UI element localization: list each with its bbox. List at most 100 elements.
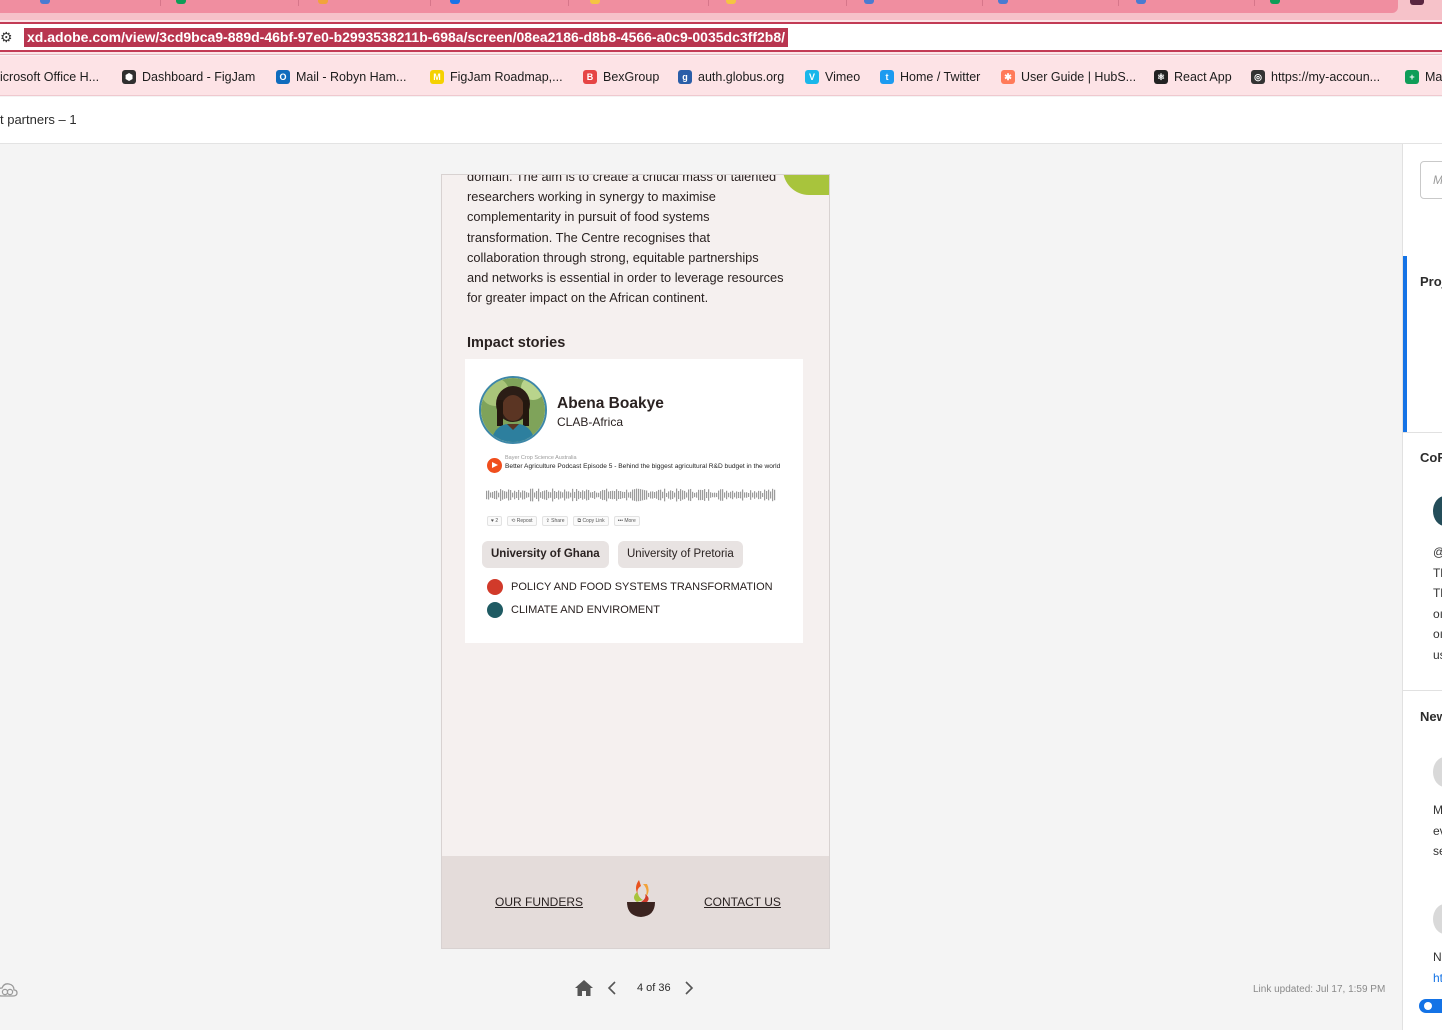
intro-line: transformation. The Centre recognises th… [467,229,711,245]
miro-icon: M [430,70,444,84]
site-settings-icon[interactable]: ⚙ [0,29,13,46]
topic-item: POLICY AND FOOD SYSTEMS TRANSFORMATION [487,579,773,595]
bookmark-item[interactable]: + Ma [1405,68,1442,86]
intro-paragraph: domain. The aim is to create a critical … [467,174,812,308]
twitter-icon: t [880,70,894,84]
bookmark-item[interactable]: B BexGroup [583,68,659,86]
topic-item: CLIMATE AND ENVIROMENT [487,602,660,618]
section-title: Impact stories [467,335,566,351]
page-counter: 4 of 36 [637,982,671,994]
bookmark-item[interactable]: ◎ https://my-accoun... [1251,68,1380,86]
tab-row[interactable] [0,0,1398,13]
repost-button[interactable]: ⟲ Repost [507,516,537,526]
play-icon[interactable] [487,458,502,473]
bookmark-item[interactable]: t Home / Twitter [880,68,980,86]
tab-favicon [1270,0,1280,4]
vimeo-icon: V [805,70,819,84]
comments-panel: M Proj CoR @ Tl Tl oı oı us New M ev se … [1402,144,1442,1030]
comment-text: M ev se [1433,803,1442,858]
prototype-canvas: domain. The aim is to create a critical … [0,144,1402,1030]
active-tab-edge[interactable] [1410,0,1424,5]
link-updated-status: Link updated: Jul 17, 1:59 PM [1253,984,1386,995]
waveform[interactable] [486,487,776,503]
university-chip[interactable]: University of Ghana [482,541,609,568]
bookmark-label: icrosoft Office H... [0,70,100,84]
avatar [1433,496,1442,526]
topic-label: POLICY AND FOOD SYSTEMS TRANSFORMATION [511,581,773,593]
impact-story-card[interactable]: Abena Boakye CLAB-Africa Bayer Crop Scie… [465,359,803,643]
chevron-left-icon[interactable] [607,981,617,995]
bookmark-item[interactable]: ⚛ React App [1154,68,1232,86]
thread-label: New [1420,709,1442,724]
comment-text: @ Tl Tl oı oı us [1433,545,1442,662]
podcast-source: Bayer Crop Science Australia [505,455,577,461]
tab-favicon [864,0,874,4]
bookmark-item[interactable]: V Vimeo [805,68,860,86]
bookmark-label: https://my-accoun... [1271,70,1381,84]
share-button[interactable]: ⇪ Share [541,516,569,526]
bookmark-item[interactable]: g auth.globus.org [678,68,784,86]
hubspot-icon: ✱ [1001,70,1015,84]
tab-favicon [318,0,328,4]
story-organisation: CLAB-Africa [557,415,624,429]
intro-line: collaboration through strong, equitable … [467,249,759,265]
story-person-name: Abena Boakye [557,395,664,412]
like-button[interactable]: ♥ 2 [487,516,503,526]
intro-line: and networks is essential in order to le… [467,270,784,286]
url-input[interactable]: xd.adobe.com/view/3cd9bca9-889d-46bf-97e… [24,28,789,47]
comment-text: N ht [1433,950,1442,985]
bookmark-label: Dashboard - FigJam [142,70,256,84]
sheets-icon: + [1405,70,1419,84]
intro-line: researchers working in synergy to maximi… [467,189,716,205]
thread-label: CoR [1420,450,1442,465]
tab-favicon [726,0,736,4]
artboard[interactable]: domain. The aim is to create a critical … [441,174,830,949]
react-icon: ⚛ [1154,70,1168,84]
topic-dot-icon [487,579,503,595]
podcast-player[interactable]: Bayer Crop Science Australia Better Agri… [485,455,785,533]
browser-tab-strip [0,0,1442,20]
copy-link-button[interactable]: ⧉ Copy Link [573,516,609,526]
bookmark-label: Mail - Robyn Ham... [296,70,407,84]
bookmark-item[interactable]: M FigJam Roadmap,... [430,68,563,86]
bookmark-item[interactable]: O Mail - Robyn Ham... [276,68,406,86]
site-footer: OUR FUNDERS CONTACT US [442,856,829,948]
thread-label: Proj [1420,274,1442,289]
bookmark-label: BexGroup [603,70,660,84]
more-button[interactable]: ••• More [613,516,640,526]
bookmark-item[interactable]: icrosoft Office H... [0,68,99,86]
globus-icon: g [678,70,692,84]
tab-favicon [176,0,186,4]
university-chip[interactable]: University of Pretoria [618,541,743,568]
tab-favicon [998,0,1008,4]
figjam-icon: ⬢ [122,70,136,84]
avatar [479,376,547,444]
bookmark-label: Vimeo [825,70,861,84]
comment-input-placeholder: M [1433,173,1442,187]
tab-favicon [450,0,460,4]
bookmark-label: auth.globus.org [698,70,785,84]
bookmark-item[interactable]: ⬢ Dashboard - FigJam [122,68,255,86]
topic-label: CLIMATE AND ENVIROMENT [511,604,660,616]
contact-us-link[interactable]: CONTACT US [704,895,781,909]
comment-input[interactable]: M [1420,161,1442,199]
tab-favicon [1136,0,1146,4]
podcast-title[interactable]: Better Agriculture Podcast Episode 5 - B… [505,463,785,471]
podcast-actions: ♥ 2 ⟲ Repost ⇪ Share ⧉ Copy Link ••• Mor… [487,516,640,526]
topic-dot-icon [487,602,503,618]
creative-cloud-icon[interactable] [0,982,18,998]
avatar [1433,757,1442,787]
chevron-right-icon[interactable] [684,981,694,995]
our-funders-link[interactable]: OUR FUNDERS [495,895,583,909]
bex-icon: B [583,70,597,84]
intro-line: complementarity in pursuit of food syste… [467,209,710,225]
avatar [1433,904,1442,934]
bookmark-item[interactable]: ✱ User Guide | HubS... [1001,68,1136,86]
tab-favicon [590,0,600,4]
outlook-icon: O [276,70,290,84]
toggle-switch[interactable] [1419,999,1442,1013]
home-icon[interactable] [574,979,594,997]
intro-line: domain. The aim is to create a critical … [467,174,777,184]
bookmark-label: User Guide | HubS... [1021,70,1137,84]
bookmark-label: FigJam Roadmap,... [450,70,563,84]
